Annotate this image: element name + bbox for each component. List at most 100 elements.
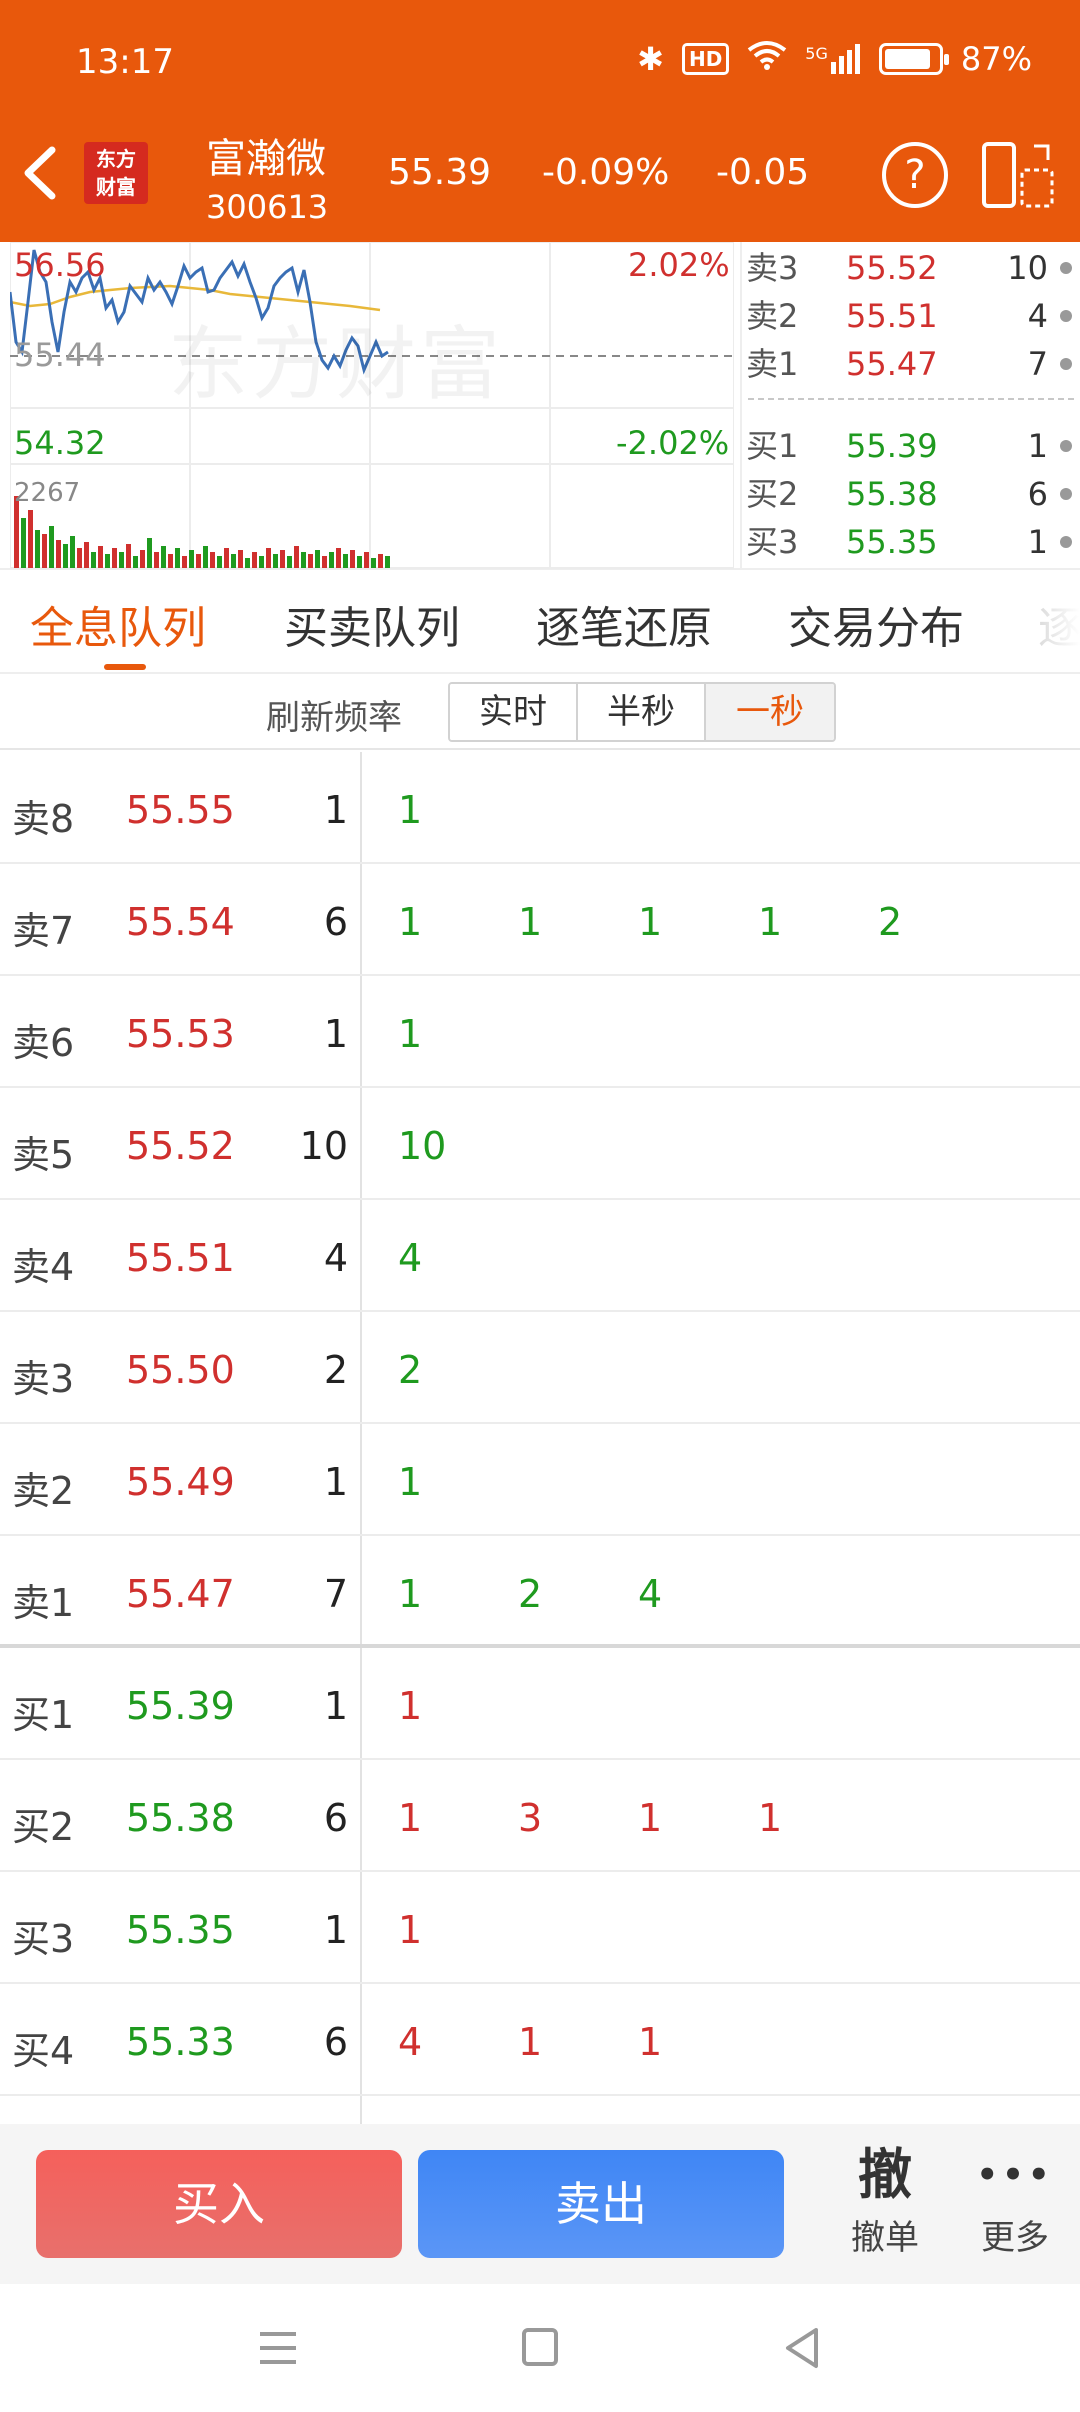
queue-price: 55.54 [126,900,235,944]
refresh-one-second-button[interactable]: 一秒 [706,684,834,740]
bluetooth-icon: ✱ [637,40,664,78]
queue-order-size: 2 [518,1572,543,1616]
queue-order-size: 2 [398,1348,423,1392]
dot-icon [1060,262,1072,274]
back-nav-icon[interactable] [772,2320,832,2376]
queue-total-volume: 6 [323,2020,348,2064]
more-icon: ••• [976,2155,1054,2195]
queue-order-size: 4 [398,2020,423,2064]
bid-price: 55.35 [846,523,938,561]
queue-price: 55.39 [126,1684,235,1728]
ask-queue-row[interactable]: 卖4 55.51 4 4 [0,1200,1080,1312]
ask-queue-row[interactable]: 卖6 55.53 1 1 [0,976,1080,1088]
cancel-order-button[interactable]: 撤 撤单 [830,2140,940,2259]
order-queue-table[interactable]: 卖8 55.55 1 1 卖7 55.54 6 1 1 1 1 2 卖6 55.53 1 1 卖5 55.52 10… [0,752,1080,2124]
tab-active-indicator [104,664,146,670]
ask-queue-row[interactable]: 卖8 55.55 1 1 [0,752,1080,864]
more-label: 更多 [981,2218,1049,2258]
queue-order-size: 1 [398,1572,423,1616]
ask-queue-row[interactable]: 卖1 55.47 7 1 2 4 [0,1536,1080,1648]
watermark-logo: 东方财富 [168,318,504,411]
queue-order-size: 1 [518,900,543,944]
queue-order-size: 1 [398,788,423,832]
help-icon[interactable]: ? [882,142,948,208]
bid-queue-row[interactable]: 买3 55.35 1 1 [0,1872,1080,1984]
chart-low-price: 54.32 [14,424,106,462]
bid-volume: 1 [1027,427,1048,465]
ask-queue-row[interactable]: 卖5 55.52 10 10 [0,1088,1080,1200]
bid-price: 55.38 [846,475,938,513]
queue-level-label: 卖3 [12,1357,75,1401]
wifi-icon [747,40,787,78]
ask-queue-row[interactable]: 卖3 55.50 2 2 [0,1312,1080,1424]
refresh-realtime-button[interactable]: 实时 [450,684,578,740]
queue-price: 55.53 [126,1012,235,1056]
ask-queue-row[interactable]: 卖7 55.54 6 1 1 1 1 2 [0,864,1080,976]
signal-label: 5G [805,44,828,63]
queue-order-size: 1 [518,2020,543,2064]
ask-row: 卖3 55.52 10 [742,244,1080,292]
dot-icon [1060,310,1072,322]
queue-total-volume: 1 [323,1460,348,1504]
more-button[interactable]: ••• 更多 [960,2140,1070,2259]
queue-order-size: 2 [878,900,903,944]
bid-label: 买3 [746,523,799,561]
ask-row: 卖2 55.51 4 [742,292,1080,340]
ask-label: 卖3 [746,249,799,287]
queue-total-volume: 2 [323,1348,348,1392]
home-icon[interactable] [510,2320,570,2376]
queue-order-size: 1 [758,900,783,944]
tab-tick-restore[interactable]: 逐笔还原 [536,592,712,656]
queue-price: 55.49 [126,1460,235,1504]
tab-bid-ask-queue[interactable]: 买卖队列 [284,592,460,656]
queue-level-label: 卖2 [12,1469,75,1513]
bid-volume: 1 [1027,523,1048,561]
bid-queue-row[interactable]: 买4 55.33 6 4 1 1 [0,1984,1080,2096]
queue-level-label: 卖5 [12,1133,75,1177]
bid-row: 买2 55.38 6 [742,470,1080,518]
queue-order-size: 1 [398,1460,423,1504]
back-icon[interactable] [18,142,68,208]
logo-line-2: 财富 [96,175,136,199]
queue-order-size: 4 [638,1572,663,1616]
queue-order-size: 10 [398,1124,447,1168]
queue-total-volume: 1 [323,1908,348,1952]
bid-queue-row[interactable]: 买2 55.38 6 1 3 1 1 [0,1760,1080,1872]
bid-queue-row[interactable]: 买1 55.39 1 1 [0,1648,1080,1760]
ask-row: 卖1 55.47 7 [742,340,1080,388]
refresh-rate-label: 刷新频率 [266,698,402,738]
order-book[interactable]: 卖3 55.52 10 卖2 55.51 4 卖1 55.47 7 买1 55.… [740,242,1080,570]
queue-level-label: 卖6 [12,1021,75,1065]
ask-label: 卖2 [746,297,799,335]
tab-full-queue[interactable]: 全息队列 [30,592,206,656]
battery-percent: 87% [960,40,1032,78]
eastmoney-logo: 东方 财富 [84,142,148,204]
ask-queue-row[interactable]: 卖2 55.49 1 1 [0,1424,1080,1536]
bid-row: 买1 55.39 1 [742,422,1080,470]
stock-name: 富瀚微 [206,136,326,182]
tab-trade-distribution[interactable]: 交易分布 [788,592,964,656]
queue-order-size: 1 [638,2020,663,2064]
layout-switch-icon[interactable] [982,142,1054,208]
queue-level-label: 买4 [12,2029,75,2073]
queue-total-volume: 10 [299,1124,348,1168]
dot-icon [1060,358,1072,370]
menu-icon[interactable] [248,2320,308,2376]
buy-button[interactable]: 买入 [36,2150,402,2258]
ask-label: 卖1 [746,345,799,383]
queue-order-size: 1 [398,1684,423,1728]
sell-button[interactable]: 卖出 [418,2150,784,2258]
logo-line-1: 东方 [96,147,136,171]
chart-low-percent: -2.02% [616,424,730,462]
queue-order-size: 4 [398,1236,423,1280]
stock-code: 300613 [206,188,329,226]
refresh-half-second-button[interactable]: 半秒 [578,684,706,740]
intraday-panel: 东方财富 56.56 2.02% 55.44 54.32 -2.02% 2267… [0,242,1080,570]
chart-prev-close: 55.44 [14,336,106,374]
header-price: 55.39 [388,152,492,193]
ask-volume: 10 [1007,249,1048,287]
status-icons: ✱ HD 5G 87% [637,40,1032,78]
chart-volume-label: 2267 [14,478,81,508]
queue-total-volume: 1 [323,1012,348,1056]
bid-row: 买3 55.35 1 [742,518,1080,566]
